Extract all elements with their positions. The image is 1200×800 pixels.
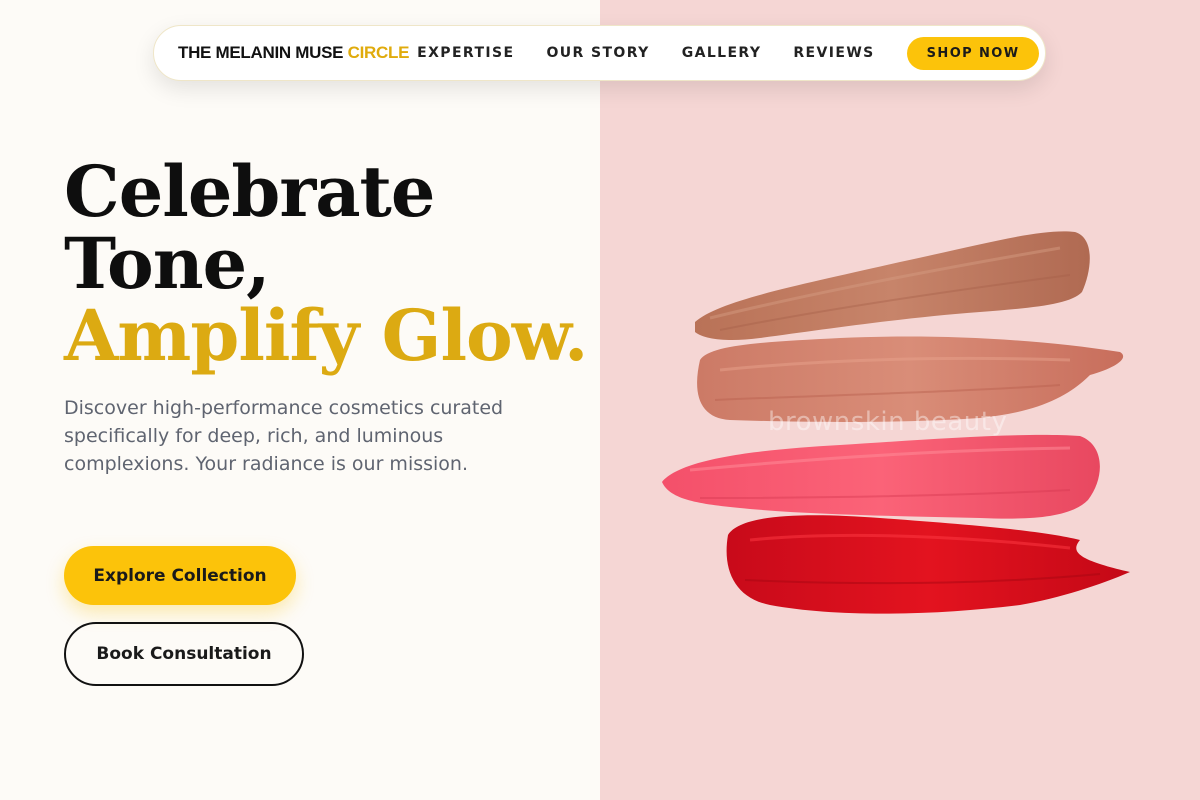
shop-now-button[interactable]: SHOP NOW xyxy=(906,36,1040,70)
explore-collection-button[interactable]: Explore Collection xyxy=(64,546,296,605)
nav-link-gallery[interactable]: GALLERY xyxy=(682,45,762,61)
lipstick-swatches-image xyxy=(662,231,1130,614)
brand-name: THE MELANIN MUSE xyxy=(178,43,344,62)
hero-image-panel: brownskin beauty xyxy=(600,0,1200,800)
headline-line-2: Tone, xyxy=(64,222,271,305)
brand-logo[interactable]: THE MELANIN MUSE CIRCLE xyxy=(178,43,409,63)
swatch-red xyxy=(726,515,1130,614)
hero-headline: Celebrate Tone, Amplify Glow. xyxy=(64,150,588,377)
nav-link-our-story[interactable]: OUR STORY xyxy=(546,45,649,61)
hero-subtitle: Discover high-performance cosmetics cura… xyxy=(64,397,504,475)
nav-link-reviews[interactable]: REVIEWS xyxy=(793,45,874,61)
brand-accent: CIRCLE xyxy=(347,43,410,62)
book-consultation-button[interactable]: Book Consultation xyxy=(64,622,304,686)
headline-line-3: Amplify Glow. xyxy=(64,294,588,377)
nav-links: EXPERTISE OUR STORY GALLERY REVIEWS xyxy=(417,45,907,61)
image-watermark: brownskin beauty xyxy=(768,407,1008,437)
nav-link-expertise[interactable]: EXPERTISE xyxy=(417,45,514,61)
top-navbar: THE MELANIN MUSE CIRCLE EXPERTISE OUR ST… xyxy=(153,25,1046,81)
headline-line-1: Celebrate xyxy=(64,150,435,233)
